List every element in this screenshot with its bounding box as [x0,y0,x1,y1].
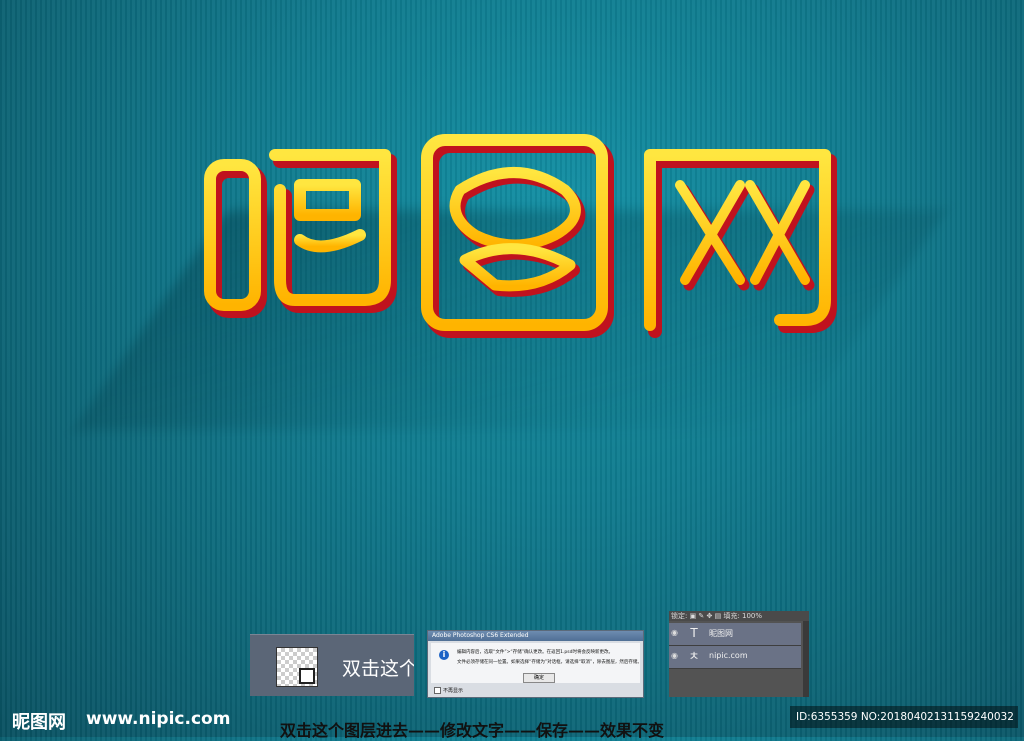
layer-thumbnail-panel[interactable]: 双击这个 [250,634,414,696]
dont-show-checkbox[interactable]: 不再显示 [434,687,463,694]
layer-thumbnail-label: 双击这个 [342,658,414,680]
layer-name: nipic.com [709,651,748,660]
layer-row[interactable]: ◉ ㅊ nipic.com [669,646,801,669]
smart-object-icon [299,668,315,684]
layer-thumb-icon: ㅊ [688,649,700,663]
dialog-message-line2: 文件必须存储在同一位置。如果选择“存储为”对话框，请选择“取消”，除去图层，然后… [457,660,642,665]
eye-icon[interactable]: ◉ [671,629,681,637]
text-layer-icon: T [690,626,698,640]
layers-toolbar[interactable]: 锁定: ▣ ✎ ✥ ▤ 填充: 100% [669,611,809,621]
poster-canvas [0,0,1024,737]
dialog-message-line1: 编辑内容后，选取“文件”>“存储”确认更改。在返回1.psd时将会反映新更改。 [457,650,613,655]
title-char-2 [421,134,614,338]
instruction-caption: 双击这个图层进去——修改文字——保存——效果不变 [280,721,665,740]
smart-object-thumbnail[interactable] [276,647,318,687]
title-char-3 [644,149,837,338]
checkbox-label: 不再显示 [443,688,464,694]
title-char-1 [204,149,397,318]
checkbox-box[interactable] [434,687,441,694]
id-text: ID:6355359 NO:20180402131159240032 [796,711,1014,723]
scrollbar[interactable] [803,621,809,697]
ok-button[interactable]: 确定 [523,673,555,683]
dialog-title: Adobe Photoshop CS6 Extended [428,631,643,641]
footer: 昵图网 www.nipic.com 双击这个图层进去——修改文字——保存——效果… [0,700,1024,740]
title-art [204,134,837,338]
layer-name: 昵图网 [709,629,733,638]
id-badge: ID:6355359 NO:20180402131159240032 [790,706,1018,728]
layer-row[interactable]: ◉ T 昵图网 [669,623,801,646]
eye-icon[interactable]: ◉ [671,652,681,660]
footer-url: www.nipic.com [86,709,231,729]
dialog-body: i 编辑内容后，选取“文件”>“存储”确认更改。在返回1.psd时将会反映新更改… [431,643,642,683]
info-icon: i [439,650,449,660]
layers-panel: 锁定: ▣ ✎ ✥ ▤ 填充: 100% ◉ T 昵图网 ◉ ㅊ nipic.c… [669,611,809,697]
photoshop-dialog: Adobe Photoshop CS6 Extended i 编辑内容后，选取“… [427,630,644,698]
footer-logo: 昵图网 [12,712,66,733]
